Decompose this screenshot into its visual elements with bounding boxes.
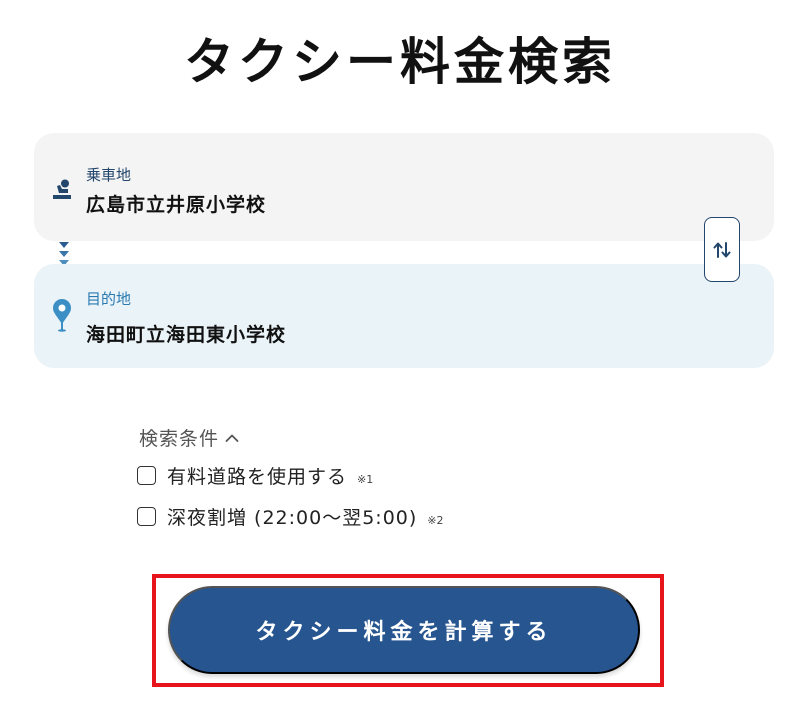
search-conditions-toggle[interactable]: 検索条件 [139, 424, 239, 451]
destination-value: 海田町立海田東小学校 [86, 324, 287, 346]
toll-road-checkbox[interactable] [137, 466, 156, 485]
toll-road-option[interactable]: 有料道路を使用する ※1 [137, 462, 373, 489]
toll-road-label: 有料道路を使用する [167, 466, 348, 488]
late-night-checkbox[interactable] [137, 507, 156, 526]
map-pin-icon [51, 298, 73, 336]
swap-locations-button[interactable] [704, 217, 740, 282]
late-night-option[interactable]: 深夜割増 (22:00～翌5:00) ※2 [137, 503, 444, 530]
chevron-up-icon [225, 434, 239, 442]
swap-arrows-icon [713, 241, 731, 258]
late-night-note: ※2 [427, 514, 444, 527]
search-conditions-label: 検索条件 [139, 428, 220, 450]
calculate-fare-button[interactable]: タクシー料金を計算する [168, 586, 640, 674]
person-seat-icon [51, 179, 73, 207]
destination-field[interactable]: 目的地 海田町立海田東小学校 [34, 264, 774, 368]
pickup-value: 広島市立井原小学校 [86, 194, 267, 216]
toll-road-note: ※1 [357, 473, 374, 486]
late-night-label: 深夜割増 (22:00～翌5:00) [167, 507, 418, 529]
page-title: タクシー料金検索 [184, 33, 616, 91]
destination-label: 目的地 [86, 290, 132, 308]
pickup-label: 乗車地 [86, 166, 132, 184]
pickup-field[interactable]: 乗車地 広島市立井原小学校 [34, 133, 774, 241]
